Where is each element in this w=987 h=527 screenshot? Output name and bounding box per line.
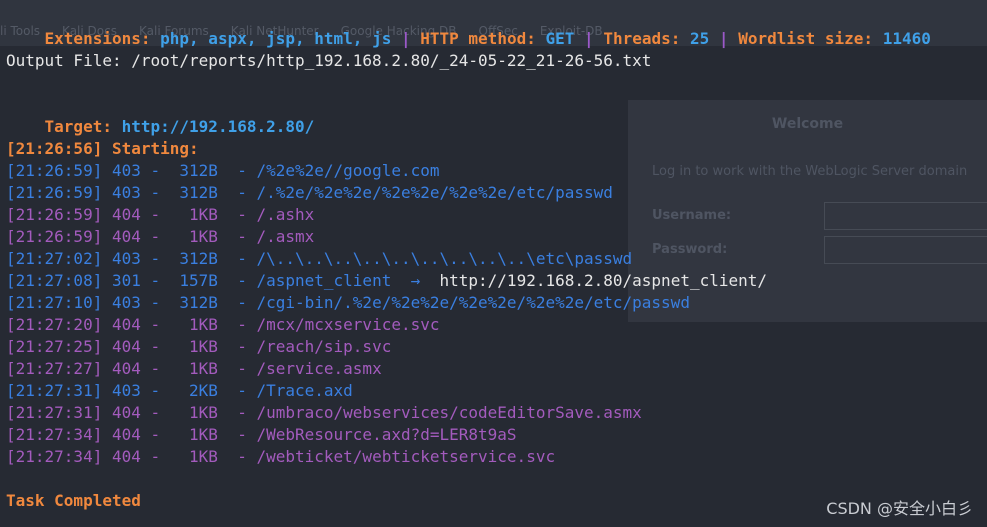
- result-status: 403: [111, 183, 141, 202]
- result-status: 404: [111, 359, 141, 378]
- result-row: [21:27:34] 404 - 1KB - /WebResource.axd?…: [6, 425, 517, 444]
- result-status: 403: [111, 161, 141, 180]
- result-size: 1KB: [189, 359, 218, 378]
- result-row: [21:27:31] 403 - 2KB - /Trace.axd: [6, 381, 353, 400]
- result-status: 404: [111, 337, 141, 356]
- result-path: /%2e%2e//google.com: [256, 161, 440, 180]
- result-status: 403: [111, 249, 141, 268]
- result-path: /webticket/webticketservice.svc: [256, 447, 556, 466]
- output-file-line: Output File: /root/reports/http_192.168.…: [6, 51, 652, 70]
- result-row: [21:26:59] 403 - 312B - /.%2e/%2e%2e/%2e…: [6, 183, 613, 202]
- result-time: [21:27:34]: [6, 425, 103, 444]
- wordlist-size-label: Wordlist size:: [738, 29, 874, 48]
- result-row: [21:26:59] 403 - 312B - /%2e%2e//google.…: [6, 161, 440, 180]
- result-status: 404: [111, 447, 141, 466]
- dialog-title: Welcome: [771, 116, 844, 132]
- result-time: [21:26:59]: [6, 161, 103, 180]
- result-path: /WebResource.axd?d=LER8t9aS: [256, 425, 517, 444]
- result-status: 404: [111, 205, 141, 224]
- result-size: 1KB: [189, 205, 218, 224]
- csdn-watermark: CSDN @安全小白彡: [826, 499, 973, 518]
- password-label: Password:: [652, 242, 728, 257]
- result-size: 1KB: [189, 227, 218, 246]
- terminal-window[interactable]: li Tools Kali Docs Kali Forums Kali NetHunt…: [0, 0, 987, 527]
- extensions-label: Extensions:: [44, 29, 151, 48]
- dialog-subtitle: Log in to work with the WebLogic Server …: [652, 164, 968, 179]
- result-status: 403: [111, 293, 141, 312]
- result-time: [21:27:10]: [6, 293, 103, 312]
- result-time: [21:27:25]: [6, 337, 103, 356]
- result-path: /cgi-bin/.%2e/%2e%2e/%2e%2e/%2e%2e/etc/p…: [256, 293, 690, 312]
- result-size: 1KB: [189, 315, 218, 334]
- result-redirect: http://192.168.2.80/aspnet_client/: [439, 271, 768, 290]
- result-status: 301: [111, 271, 141, 290]
- result-path: /umbraco/webservices/codeEditorSave.asmx: [256, 403, 642, 422]
- result-time: [21:26:59]: [6, 205, 103, 224]
- result-size: 1KB: [189, 403, 218, 422]
- result-path: /\..\..\..\..\..\..\..\..\..\etc\passwd: [256, 249, 633, 268]
- result-time: [21:27:20]: [6, 315, 103, 334]
- result-size: 157B: [179, 271, 218, 290]
- result-row: [21:27:10] 403 - 312B - /cgi-bin/.%2e/%2…: [6, 293, 690, 312]
- result-row: [21:27:31] 404 - 1KB - /umbraco/webservi…: [6, 403, 642, 422]
- password-field: [824, 236, 987, 264]
- result-status: 404: [111, 425, 141, 444]
- result-size: 2KB: [189, 381, 218, 400]
- result-status: 404: [111, 403, 141, 422]
- target-line: Target: http://192.168.2.80/: [6, 94, 315, 136]
- result-size: 1KB: [189, 425, 218, 444]
- username-label: Username:: [652, 208, 732, 223]
- wordlist-size-value: 11460: [882, 29, 931, 48]
- result-row: [21:27:02] 403 - 312B - /\..\..\..\..\..…: [6, 249, 633, 268]
- result-row: [21:27:25] 404 - 1KB - /reach/sip.svc: [6, 337, 392, 356]
- result-status: 403: [111, 381, 141, 400]
- result-status: 404: [111, 315, 141, 334]
- result-row: [21:27:27] 404 - 1KB - /service.asmx: [6, 359, 382, 378]
- starting-line: [21:26:56] Starting:: [6, 139, 199, 158]
- http-method-label: HTTP method:: [420, 29, 536, 48]
- result-status: 404: [111, 227, 141, 246]
- result-path: /aspnet_client: [256, 271, 392, 290]
- scan-config-line: Extensions: php, aspx, jsp, html, js | H…: [6, 6, 931, 48]
- threads-value: 25: [690, 29, 710, 48]
- result-path: /.ashx: [256, 205, 315, 224]
- result-time: [21:26:59]: [6, 183, 103, 202]
- result-row: [21:27:34] 404 - 1KB - /webticket/webtic…: [6, 447, 556, 466]
- result-path: /Trace.axd: [256, 381, 353, 400]
- separator: |: [400, 29, 411, 48]
- result-path: /.%2e/%2e%2e/%2e%2e/%2e%2e/etc/passwd: [256, 183, 613, 202]
- result-path: /.asmx: [256, 227, 315, 246]
- result-row: [21:26:59] 404 - 1KB - /.ashx: [6, 205, 315, 224]
- result-path: /reach/sip.svc: [256, 337, 392, 356]
- result-path: /service.asmx: [256, 359, 382, 378]
- result-size: 1KB: [189, 337, 218, 356]
- result-time: [21:27:27]: [6, 359, 103, 378]
- result-size: 312B: [179, 161, 218, 180]
- http-method-value: GET: [545, 29, 575, 48]
- result-size: 312B: [179, 293, 218, 312]
- separator: |: [584, 29, 594, 48]
- result-time: [21:27:02]: [6, 249, 103, 268]
- target-label: Target:: [44, 117, 112, 136]
- separator: |: [718, 29, 729, 48]
- threads-label: Threads:: [603, 29, 681, 48]
- result-time: [21:26:59]: [6, 227, 103, 246]
- result-size: 1KB: [189, 447, 218, 466]
- result-row: [21:26:59] 404 - 1KB - /.asmx: [6, 227, 315, 246]
- result-path: /mcx/mcxservice.svc: [256, 315, 440, 334]
- result-row: [21:27:08] 301 - 157B - /aspnet_client →…: [6, 271, 768, 290]
- target-url: http://192.168.2.80/: [121, 117, 315, 136]
- result-time: [21:27:31]: [6, 403, 103, 422]
- username-field: [824, 202, 987, 230]
- extensions-value: php, aspx, jsp, html, js: [160, 29, 392, 48]
- result-time: [21:27:31]: [6, 381, 103, 400]
- result-size: 312B: [179, 183, 218, 202]
- result-time: [21:27:08]: [6, 271, 103, 290]
- result-row: [21:27:20] 404 - 1KB - /mcx/mcxservice.s…: [6, 315, 440, 334]
- result-size: 312B: [179, 249, 218, 268]
- result-time: [21:27:34]: [6, 447, 103, 466]
- task-completed-line: Task Completed: [6, 491, 141, 510]
